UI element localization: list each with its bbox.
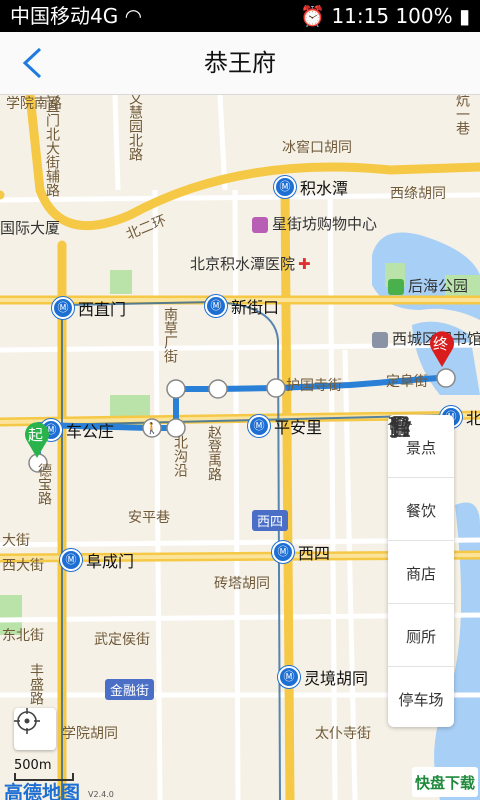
status-right: ⏰ 11:15 100% ▮ [300,0,470,32]
svg-text:🚶: 🚶 [145,422,159,435]
metro-icon: Ⓜ [274,176,296,198]
road-label: 东北街 [2,628,44,644]
carrier-label: 中国移动4G [10,4,119,28]
station-chegongzhuang[interactable]: Ⓜ 车公庄 [40,418,114,442]
road-label: 北沟沿 [172,435,188,477]
station-pinganli[interactable]: Ⓜ 平安里 [248,414,322,438]
poi-filter-panel: 景点 餐饮 商店 厕所 停车场 [388,415,454,727]
end-label: 终 [433,335,449,353]
road-label: 大街 [2,533,30,549]
battery-label: 100% [395,4,453,28]
road-label: 丰盛路 [28,663,44,705]
road-label: 西绦胡同 [390,186,446,202]
poi-label: 国际大厦 [0,219,61,237]
filter-label: 停车场 [398,690,444,709]
battery-icon: ▮ [458,4,470,28]
poi-library[interactable]: 西城区图书馆 [372,328,480,349]
station-label: 西直门 [78,300,127,319]
watermark-logo: 快盘下载 [412,767,478,797]
road-label: 南草厂街 [162,307,178,363]
filter-food-button[interactable]: 餐饮 [388,416,454,541]
metro-icon: Ⓜ [272,541,294,563]
road-label: 赵登禹路 [206,425,222,481]
road-label: 太仆寺街 [315,726,371,742]
map-view[interactable]: 🚶 学院南路 文慧园北路 西直门北大街辅路 冰窖口胡同 六铺炕一巷 北二环 南草… [0,95,480,800]
station-label: 阜成门 [86,552,135,571]
station-label: 北海 [466,409,480,428]
road-label: 德宝路 [36,463,52,505]
station-xisi[interactable]: Ⓜ 西四 [272,540,330,564]
road-label: 西大街 [2,558,44,574]
station-label: 西四 [298,544,331,563]
station-label: 积水潭 [300,179,349,198]
poi-label: 北京积水潭医院 [190,255,296,273]
poi-shopping[interactable]: 星街坊购物中心 [252,213,377,234]
road-label: 砖塔胡同 [214,576,270,592]
road-label: 护国寺街 [286,378,342,394]
poi-park[interactable]: 后海公园 [388,275,468,296]
station-label: 平安里 [274,418,323,437]
station-label: 新街口 [231,298,280,317]
station-xizhimen[interactable]: Ⓜ 西直门 [52,296,126,320]
road-label: 武定侯街 [94,632,150,648]
filter-label: 商店 [405,564,436,583]
filter-label: 餐饮 [405,501,436,520]
station-jishuitan[interactable]: Ⓜ 积水潭 [274,175,348,199]
title-bar: 恭王府 [0,32,480,95]
metro-icon: Ⓜ [60,549,82,571]
poi-label: 星街坊购物中心 [272,215,378,233]
park-1 [110,270,132,294]
filter-label: 厕所 [405,627,436,646]
filter-label: 景点 [405,438,436,457]
filter-parking-button[interactable]: 停车场 [388,416,454,729]
road-label: 定阜街 [386,374,428,390]
road-label: 文慧园北路 [127,95,143,161]
filter-shop-button[interactable]: 商店 [388,417,454,604]
metro-icon: Ⓜ [278,666,300,688]
metro-icon: Ⓜ [205,295,227,317]
poi-label: 后海公园 [408,277,469,295]
station-fuchengmen[interactable]: Ⓜ 阜成门 [60,548,134,572]
district-badge: 西四 [252,510,289,531]
hospital-icon: ✚ [298,255,311,273]
status-left: 中国移动4G ◠ [10,0,142,32]
road-label: 西直门北大街辅路 [44,95,60,197]
crosshair-icon [14,708,40,734]
scale-label: 500m [14,758,52,773]
road-label: 冰窖口胡同 [282,140,352,156]
station-label: 车公庄 [66,422,115,441]
poi-building[interactable]: 国际大厦 [0,217,60,238]
start-label: 起 [28,426,44,444]
filter-restroom-button[interactable]: 厕所 [388,416,454,667]
status-bar: 中国移动4G ◠ ⏰ 11:15 100% ▮ [0,0,480,32]
wifi-icon: ◠ [124,4,143,28]
locate-button[interactable] [14,708,56,750]
station-label: 灵境胡同 [304,669,369,688]
alarm-icon: ⏰ [300,4,326,28]
library-icon [372,331,388,348]
version-label: V2.4.0 [88,790,114,799]
time-label: 11:15 [331,4,390,28]
road-label: 安平巷 [128,510,170,526]
road-label: 学院胡同 [62,726,118,742]
page-title: 恭王府 [204,49,276,77]
amap-logo: 高德地图 [4,782,81,800]
road-label: 六铺炕一巷 [454,95,470,135]
shopping-icon [252,216,268,233]
financial-street-badge: 金融街 [105,679,155,700]
metro-icon: Ⓜ [52,297,74,319]
parking-icon [394,416,408,437]
metro-icon: Ⓜ [248,415,270,437]
station-xinjiekou[interactable]: Ⓜ 新街口 [205,294,279,318]
park-icon [388,278,404,295]
station-lingjinghutong[interactable]: Ⓜ 灵境胡同 [278,665,368,689]
poi-hospital[interactable]: 北京积水潭医院 ✚ [190,253,311,274]
